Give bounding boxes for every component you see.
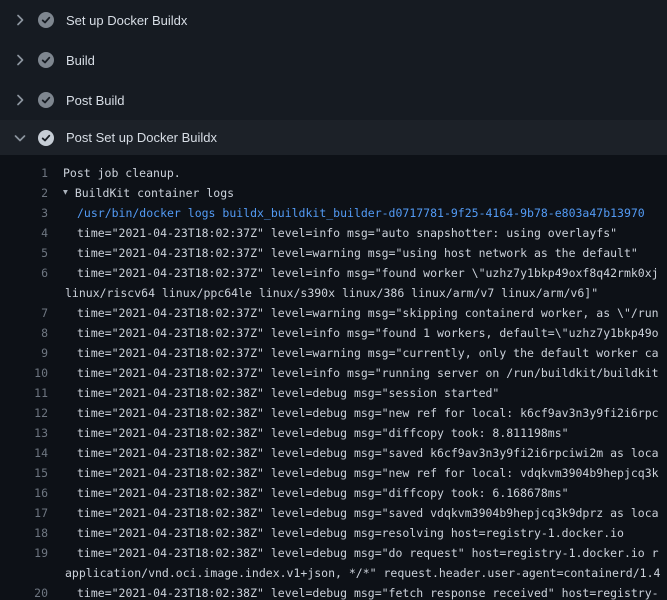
log-line: 19 time="2021-04-23T18:02:38Z" level=debu… (0, 543, 667, 563)
log-line: 2 ▼ BuildKit container logs (0, 183, 667, 203)
line-number[interactable]: 6 (0, 263, 48, 283)
log-text: time="2021-04-23T18:02:38Z" level=debug … (77, 403, 659, 423)
log-text: time="2021-04-23T18:02:38Z" level=debug … (77, 543, 659, 563)
chevron-down-icon (12, 130, 28, 146)
log-group-toggle[interactable]: ▼ BuildKit container logs (63, 183, 234, 203)
check-circle-icon (38, 52, 54, 68)
log-line: 13 time="2021-04-23T18:02:38Z" level=debu… (0, 423, 667, 443)
line-number[interactable]: 8 (0, 323, 48, 343)
log-text: application/vnd.oci.image.index.v1+json,… (65, 563, 660, 583)
line-number[interactable]: 9 (0, 343, 48, 363)
log-line: 9 time="2021-04-23T18:02:37Z" level=warni… (0, 343, 667, 363)
line-number[interactable]: 11 (0, 383, 48, 403)
log-text: time="2021-04-23T18:02:38Z" level=debug … (77, 483, 569, 503)
step-label: Set up Docker Buildx (66, 13, 187, 28)
step-header-set-up-docker-buildx[interactable]: Set up Docker Buildx (0, 0, 667, 40)
log-text: time="2021-04-23T18:02:37Z" level=info m… (77, 363, 659, 383)
log-text: time="2021-04-23T18:02:38Z" level=debug … (77, 443, 659, 463)
step-label: Post Build (66, 93, 125, 108)
chevron-right-icon (12, 52, 28, 68)
log-line: 10 time="2021-04-23T18:02:37Z" level=info… (0, 363, 667, 383)
chevron-right-icon (12, 92, 28, 108)
log-line: 18 time="2021-04-23T18:02:38Z" level=debu… (0, 523, 667, 543)
log-line: 8 time="2021-04-23T18:02:37Z" level=info … (0, 323, 667, 343)
log-text: time="2021-04-23T18:02:37Z" level=info m… (77, 263, 659, 283)
log-text: time="2021-04-23T18:02:38Z" level=debug … (77, 423, 569, 443)
log-text: time="2021-04-23T18:02:37Z" level=info m… (77, 323, 659, 343)
log-text: time="2021-04-23T18:02:37Z" level=warnin… (77, 303, 659, 323)
log-line: 12 time="2021-04-23T18:02:38Z" level=debu… (0, 403, 667, 423)
actions-log-viewer: Set up Docker Buildx Build Post Build Post … (0, 0, 667, 600)
log-line: 14 time="2021-04-23T18:02:38Z" level=debu… (0, 443, 667, 463)
log-text: Post job cleanup. (63, 163, 181, 183)
step-label: Post Set up Docker Buildx (66, 130, 217, 145)
line-number[interactable]: 7 (0, 303, 48, 323)
log-line-continuation: linux/riscv64 linux/ppc64le linux/s390x … (0, 283, 667, 303)
check-circle-icon (38, 130, 54, 146)
line-number[interactable]: 19 (0, 543, 48, 563)
log-line: 3/usr/bin/docker logs buildx_buildkit_bu… (0, 203, 667, 223)
check-circle-icon (38, 12, 54, 28)
step-label: Build (66, 53, 95, 68)
line-number[interactable]: 1 (0, 163, 48, 183)
line-number[interactable]: 20 (0, 583, 48, 600)
line-number[interactable]: 3 (0, 203, 48, 223)
log-line: 17 time="2021-04-23T18:02:38Z" level=debu… (0, 503, 667, 523)
line-number[interactable]: 5 (0, 243, 48, 263)
log-text: time="2021-04-23T18:02:37Z" level=warnin… (77, 243, 638, 263)
log-text: time="2021-04-23T18:02:38Z" level=debug … (77, 523, 624, 543)
log-text: linux/riscv64 linux/ppc64le linux/s390x … (65, 283, 598, 303)
chevron-right-icon (12, 12, 28, 28)
log-panel: 1 Post job cleanup. 2 ▼ BuildKit container l… (0, 155, 667, 600)
line-number[interactable]: 4 (0, 223, 48, 243)
line-number[interactable]: 14 (0, 443, 48, 463)
log-line-continuation: application/vnd.oci.image.index.v1+json,… (0, 563, 667, 583)
triangle-down-icon: ▼ (63, 183, 68, 203)
line-number[interactable]: 16 (0, 483, 48, 503)
line-number (0, 563, 48, 583)
check-circle-icon (38, 92, 54, 108)
log-text: time="2021-04-23T18:02:38Z" level=debug … (77, 583, 659, 600)
log-line: 6 time="2021-04-23T18:02:37Z" level=info … (0, 263, 667, 283)
log-line: 16 time="2021-04-23T18:02:38Z" level=debu… (0, 483, 667, 503)
line-number[interactable]: 15 (0, 463, 48, 483)
line-number[interactable]: 18 (0, 523, 48, 543)
line-number[interactable]: 17 (0, 503, 48, 523)
line-number[interactable]: 10 (0, 363, 48, 383)
log-command-text: /usr/bin/docker logs buildx_buildkit_bui… (77, 203, 645, 223)
log-line: 4 time="2021-04-23T18:02:37Z" level=info … (0, 223, 667, 243)
line-number[interactable]: 13 (0, 423, 48, 443)
log-line: 5 time="2021-04-23T18:02:37Z" level=warni… (0, 243, 667, 263)
line-number (0, 283, 48, 303)
log-line: 7 time="2021-04-23T18:02:37Z" level=warni… (0, 303, 667, 323)
step-list: Set up Docker Buildx Build Post Build Post … (0, 0, 667, 155)
log-line: 1 Post job cleanup. (0, 163, 667, 183)
log-text: time="2021-04-23T18:02:38Z" level=debug … (77, 383, 499, 403)
log-line: 15 time="2021-04-23T18:02:38Z" level=debu… (0, 463, 667, 483)
line-number[interactable]: 12 (0, 403, 48, 423)
log-text: time="2021-04-23T18:02:38Z" level=debug … (77, 463, 659, 483)
step-header-build[interactable]: Build (0, 40, 667, 80)
step-header-post-build[interactable]: Post Build (0, 80, 667, 120)
log-text: time="2021-04-23T18:02:38Z" level=debug … (77, 503, 659, 523)
log-text: time="2021-04-23T18:02:37Z" level=info m… (77, 223, 617, 243)
log-line: 11 time="2021-04-23T18:02:38Z" level=debu… (0, 383, 667, 403)
log-group-label: BuildKit container logs (75, 183, 234, 203)
line-number[interactable]: 2 (0, 183, 48, 203)
log-text: time="2021-04-23T18:02:37Z" level=warnin… (77, 343, 659, 363)
step-header-post-set-up-docker-buildx[interactable]: Post Set up Docker Buildx (0, 120, 667, 155)
log-line: 20 time="2021-04-23T18:02:38Z" level=debu… (0, 583, 667, 600)
